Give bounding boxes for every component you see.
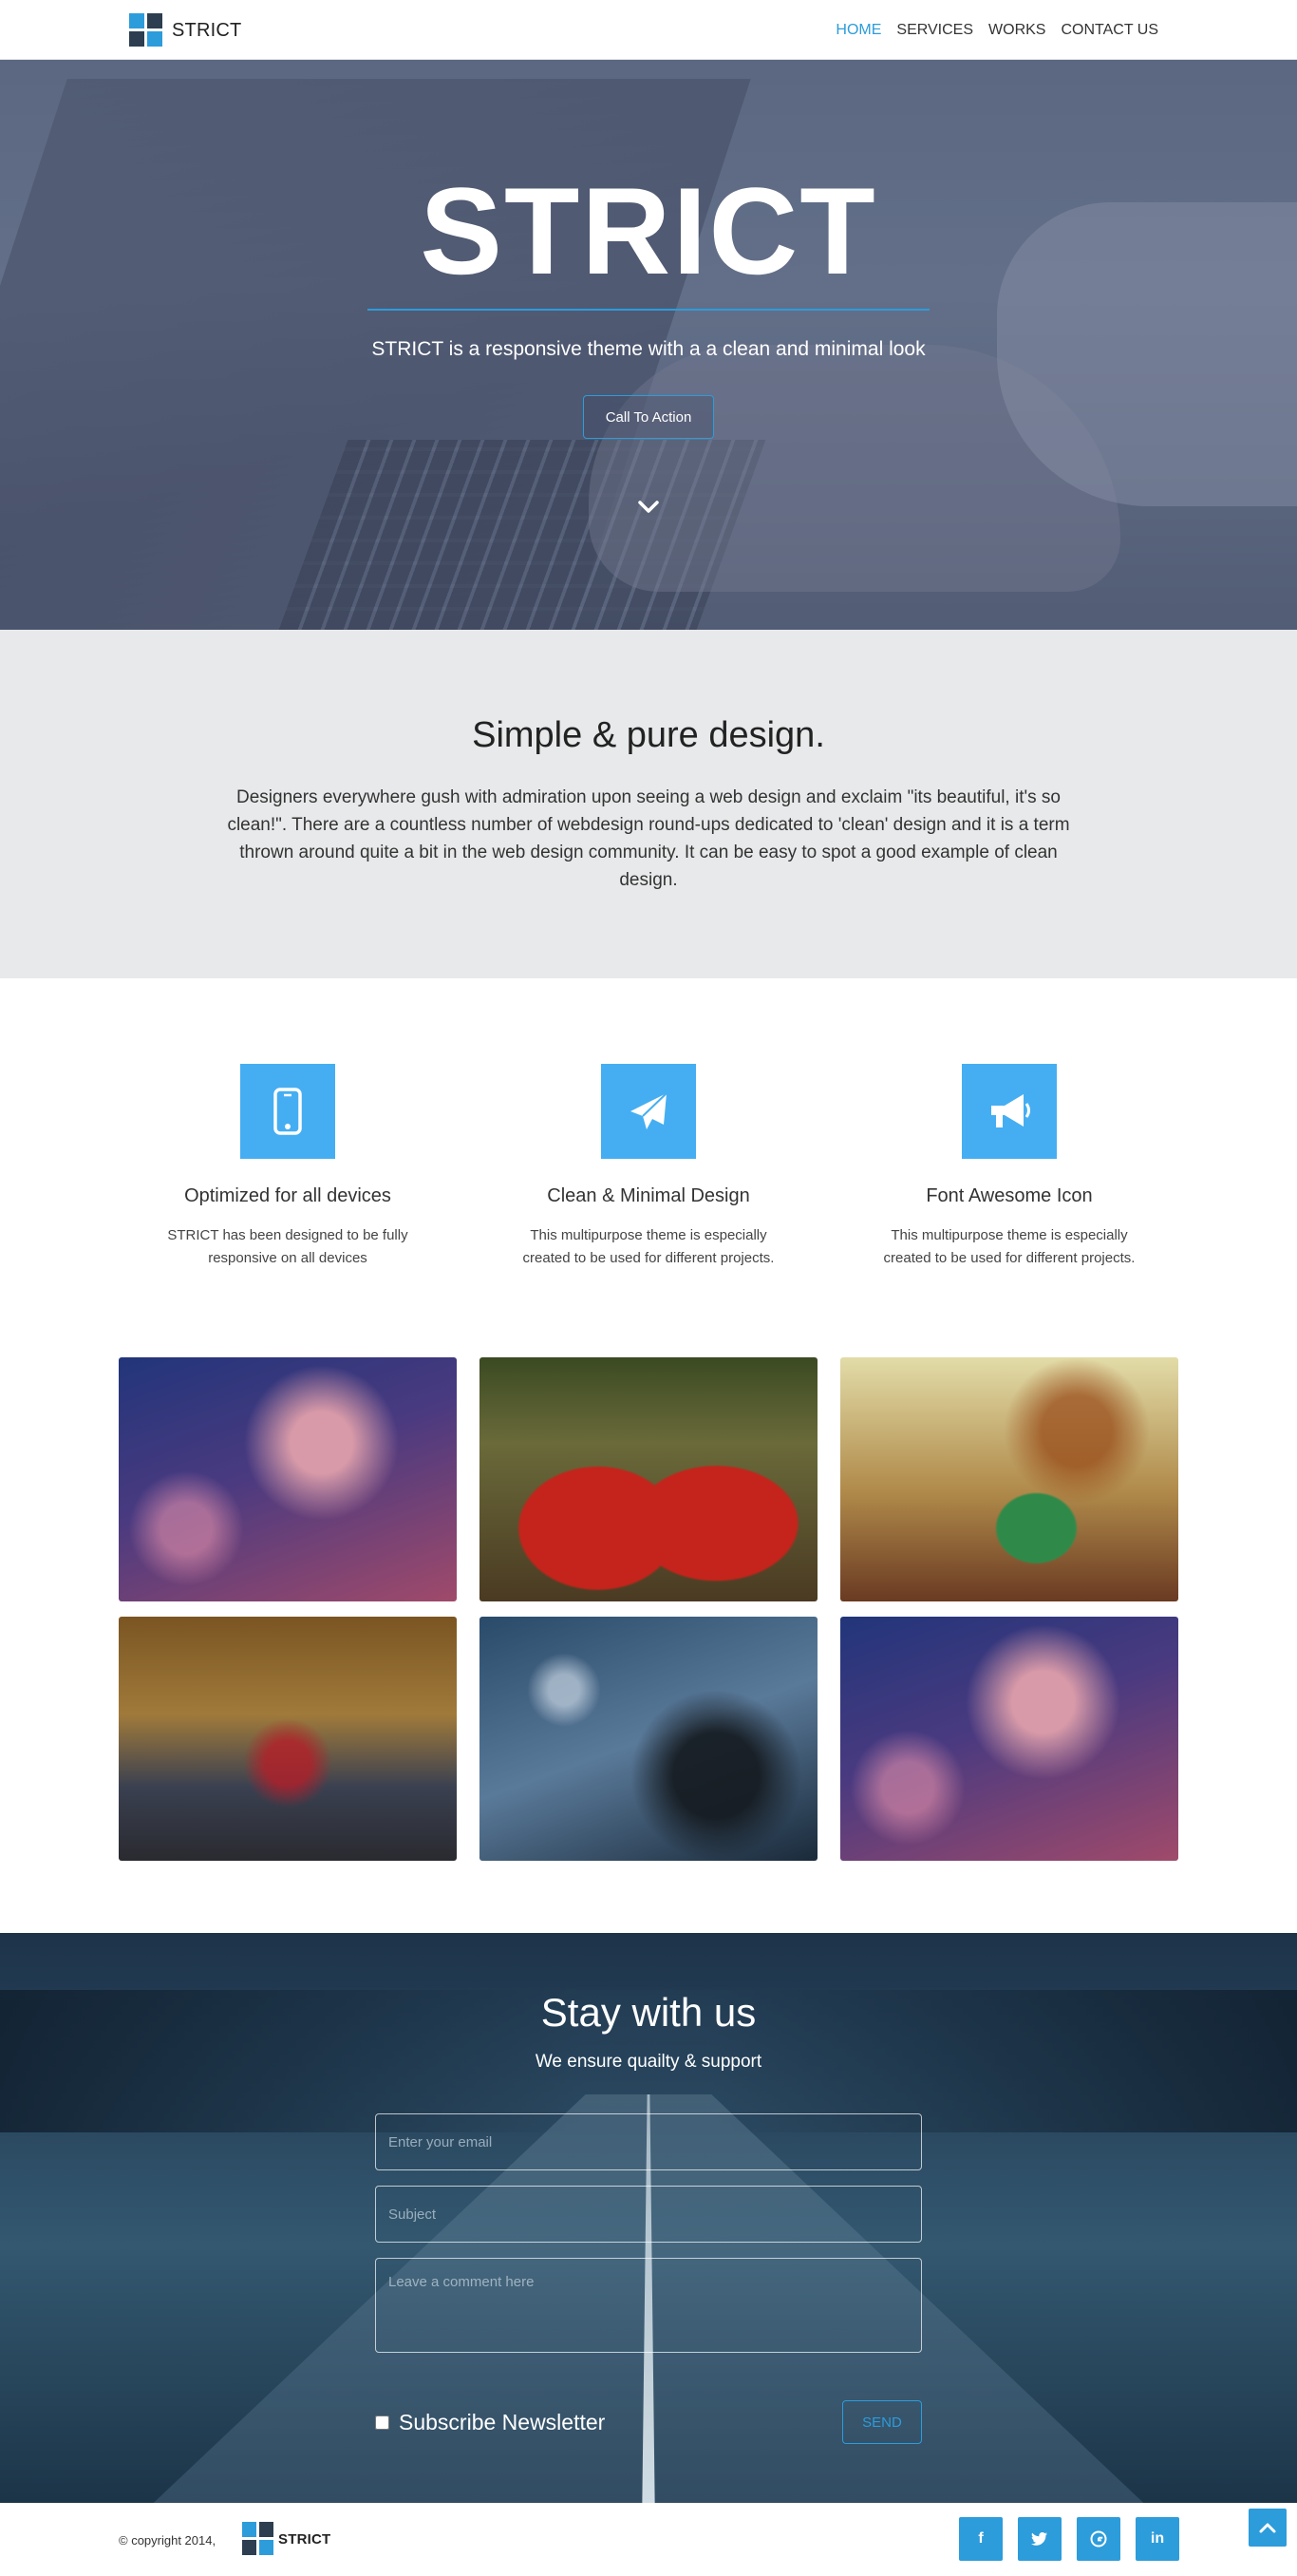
back-to-top-button[interactable] (1249, 2509, 1287, 2547)
facebook-icon[interactable]: f (959, 2517, 1003, 2561)
feature-text: This multipurpose theme is especially cr… (883, 1227, 1136, 1266)
paper-plane-icon (601, 1064, 696, 1159)
chevron-up-icon (1259, 2523, 1276, 2533)
gallery-photo-green-cup[interactable] (840, 1357, 1178, 1601)
intro-section: Simple & pure design. Designers everywhe… (0, 630, 1297, 978)
hero-divider (367, 309, 930, 311)
features-section: Optimized for all devices STRICT has bee… (0, 1064, 1297, 1292)
intro-heading: Simple & pure design. (472, 715, 825, 755)
bullhorn-icon (962, 1064, 1057, 1159)
footer-brand[interactable]: STRICT (242, 2522, 330, 2556)
feature-text: STRICT has been designed to be fully res… (167, 1227, 408, 1266)
feature-design: Clean & Minimal Design This multipurpose… (482, 1064, 815, 1270)
gallery-photo-woman-sunglasses-2[interactable] (840, 1617, 1178, 1861)
gallery-photo-bicycle-street[interactable] (479, 1617, 818, 1861)
footer: © copyright 2014, STRICT f in (0, 2503, 1297, 2576)
feature-text: This multipurpose theme is especially cr… (522, 1227, 775, 1266)
main-nav: HOME SERVICES WORKS CONTACT US (836, 0, 1158, 60)
nav-home[interactable]: HOME (836, 22, 881, 39)
navbar: STRICT HOME SERVICES WORKS CONTACT US (0, 0, 1297, 60)
newsletter-section: Stay with us We ensure quailty & support… (0, 1933, 1297, 2503)
gallery-photo-red-mugs[interactable] (479, 1357, 818, 1601)
logo-icon (129, 13, 163, 47)
nav-works[interactable]: WORKS (988, 22, 1045, 39)
feature-title: Clean & Minimal Design (547, 1185, 750, 1206)
nav-services[interactable]: SERVICES (896, 22, 973, 39)
chevron-down-icon[interactable] (636, 497, 661, 516)
feature-devices: Optimized for all devices STRICT has bee… (122, 1064, 454, 1270)
gallery-photo-woman-sunglasses[interactable] (119, 1357, 457, 1601)
footer-brand-name: STRICT (278, 2530, 331, 2548)
subject-field[interactable] (375, 2186, 922, 2243)
hero-title: STRICT (420, 161, 877, 300)
logo-icon (242, 2522, 274, 2556)
hero-subtitle: STRICT is a responsive theme with a a cl… (371, 338, 926, 360)
nav-contact-us[interactable]: CONTACT US (1061, 22, 1158, 39)
google-plus-icon[interactable] (1077, 2517, 1120, 2561)
brand-name: STRICT (172, 19, 242, 41)
linkedin-icon[interactable]: in (1136, 2517, 1179, 2561)
call-to-action-button[interactable]: Call To Action (583, 395, 714, 439)
email-field[interactable] (375, 2113, 922, 2170)
subscribe-option[interactable]: Subscribe Newsletter (375, 2410, 605, 2435)
newsletter-heading: Stay with us (540, 1990, 757, 2035)
mobile-phone-icon (240, 1064, 335, 1159)
hero-section: STRICT STRICT is a responsive theme with… (0, 60, 1297, 630)
subscribe-label: Subscribe Newsletter (399, 2410, 606, 2434)
gallery-photo-red-bicycle[interactable] (119, 1617, 457, 1861)
social-links: f in (959, 2517, 1179, 2561)
intro-text: Designers everywhere gush with admiratio… (227, 787, 1070, 890)
feature-title: Optimized for all devices (184, 1185, 391, 1206)
brand[interactable]: STRICT (129, 12, 241, 48)
send-button[interactable]: SEND (842, 2400, 922, 2444)
copyright-text: © copyright 2014, (119, 2533, 216, 2548)
feature-font-awesome: Font Awesome Icon This multipurpose them… (843, 1064, 1175, 1270)
gallery-section (119, 1357, 1178, 1861)
twitter-icon[interactable] (1018, 2517, 1062, 2561)
comment-field[interactable] (375, 2258, 922, 2353)
newsletter-subheading: We ensure quailty & support (535, 2052, 762, 2072)
subscribe-checkbox[interactable] (375, 2415, 389, 2430)
feature-title: Font Awesome Icon (926, 1185, 1093, 1206)
